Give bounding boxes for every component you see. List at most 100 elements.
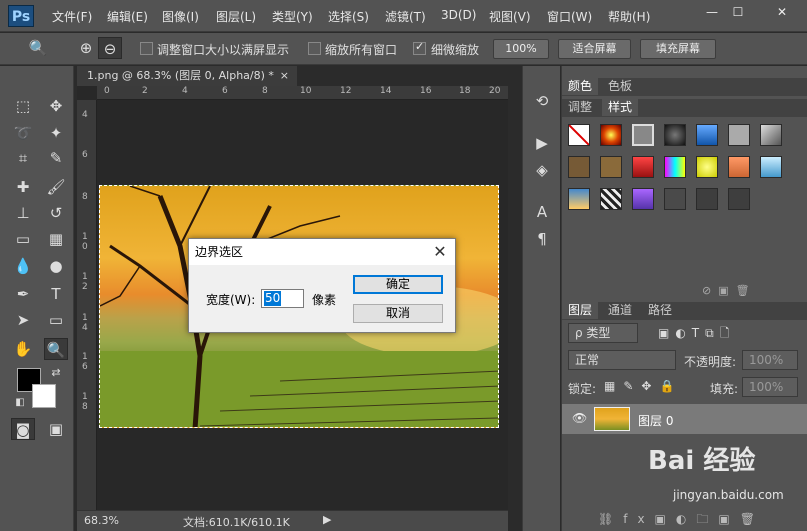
style-swatch[interactable]	[728, 188, 750, 210]
style-swatch[interactable]	[600, 188, 622, 210]
style-swatch[interactable]	[760, 156, 782, 178]
tab-channels[interactable]: 通道	[602, 302, 638, 319]
gradient-tool-icon[interactable]: ▦	[44, 228, 68, 250]
style-swatch[interactable]	[760, 124, 782, 146]
styles-delete-icon[interactable]: ⊘ ▣ 🗑	[702, 284, 750, 297]
lock-icons[interactable]: ▦✎✥🔒	[604, 379, 682, 393]
width-input-value: 50	[264, 291, 282, 306]
actions-panel-icon[interactable]: ▶	[530, 132, 554, 154]
layer-name[interactable]: 图层 0	[638, 412, 673, 429]
eyedropper-icon[interactable]: ✎	[44, 147, 68, 169]
resize-windows-checkbox[interactable]	[140, 42, 153, 55]
zoom-level[interactable]: 68.3%	[84, 514, 119, 527]
style-swatch[interactable]	[664, 188, 686, 210]
visibility-eye-icon[interactable]: 👁	[572, 411, 587, 425]
style-swatch[interactable]	[600, 156, 622, 178]
scrubby-zoom-checkbox[interactable]	[413, 40, 426, 55]
menu-edit[interactable]: 编辑(E)	[107, 8, 148, 25]
marquee-tool-icon[interactable]: ⬚	[11, 95, 35, 117]
pen-tool-icon[interactable]: ✒	[11, 283, 35, 305]
swap-colors-icon[interactable]: ⇄	[44, 362, 68, 384]
zoom-tool-preset-icon[interactable]: 🔍	[26, 37, 50, 59]
dialog-close-icon[interactable]: ✕	[431, 243, 449, 261]
cancel-button[interactable]: 取消	[353, 304, 443, 323]
menu-select[interactable]: 选择(S)	[328, 8, 369, 25]
style-swatch[interactable]	[728, 124, 750, 146]
style-swatch[interactable]	[632, 156, 654, 178]
tab-styles[interactable]: 样式	[602, 99, 639, 116]
style-swatch[interactable]	[664, 124, 686, 146]
blur-tool-icon[interactable]: 💧	[11, 255, 35, 277]
3d-panel-icon[interactable]: ◈	[530, 159, 554, 181]
history-panel-icon[interactable]: ⟲	[530, 90, 554, 112]
fit-screen-button[interactable]: 适合屏幕	[558, 39, 631, 59]
tab-swatches[interactable]: 色板	[602, 78, 638, 95]
zoom-out-icon[interactable]: ⊖	[98, 37, 122, 59]
style-swatch[interactable]	[696, 156, 718, 178]
style-swatch[interactable]	[600, 124, 622, 146]
style-swatch[interactable]	[696, 124, 718, 146]
menu-filter[interactable]: 滤镜(T)	[385, 8, 426, 25]
menu-file[interactable]: 文件(F)	[52, 8, 92, 25]
background-color-swatch[interactable]	[32, 384, 56, 408]
layers-bottom-icons[interactable]: ⛓fx▣◐🗀▣🗑	[598, 510, 765, 531]
layer-kind-filter[interactable]: ρ 类型	[568, 323, 638, 343]
menu-help[interactable]: 帮助(H)	[608, 8, 650, 25]
style-swatch[interactable]	[568, 156, 590, 178]
fill-input[interactable]: 100%	[742, 377, 798, 397]
minimize-button[interactable]: —	[702, 4, 722, 20]
lasso-tool-icon[interactable]: ➰	[11, 122, 35, 144]
dodge-tool-icon[interactable]: ●	[44, 255, 68, 277]
fill-screen-button[interactable]: 填充屏幕	[640, 39, 716, 59]
tab-color[interactable]: 颜色	[562, 78, 599, 95]
clone-stamp-icon[interactable]: ⊥	[11, 202, 35, 224]
healing-brush-icon[interactable]: ✚	[11, 176, 35, 198]
paragraph-panel-icon[interactable]: ¶	[530, 228, 554, 250]
style-swatch[interactable]	[664, 156, 686, 178]
menu-view[interactable]: 视图(V)	[489, 8, 531, 25]
quick-mask-icon[interactable]: ◙	[11, 418, 35, 440]
tab-adjustments[interactable]: 调整	[562, 99, 598, 116]
style-none-swatch[interactable]	[568, 124, 590, 146]
layer-row[interactable]: 👁 图层 0	[562, 404, 807, 434]
opacity-input[interactable]: 100%	[742, 350, 798, 370]
style-swatch[interactable]	[632, 124, 654, 146]
menu-window[interactable]: 窗口(W)	[547, 8, 592, 25]
close-button[interactable]: ✕	[772, 4, 792, 20]
document-tab[interactable]: 1.png @ 68.3% (图层 0, Alpha/8) * ×	[77, 66, 297, 86]
blend-mode-select[interactable]: 正常	[568, 350, 676, 370]
tab-layers[interactable]: 图层	[562, 302, 599, 319]
zoom-in-icon[interactable]: ⊕	[74, 37, 98, 59]
character-panel-icon[interactable]: A	[530, 201, 554, 223]
menu-image[interactable]: 图像(I)	[162, 8, 199, 25]
style-swatch[interactable]	[568, 188, 590, 210]
brush-tool-icon[interactable]: 🖌	[44, 176, 68, 198]
style-swatch[interactable]	[696, 188, 718, 210]
maximize-button[interactable]: ☐	[728, 4, 748, 20]
type-tool-icon[interactable]: T	[44, 283, 68, 305]
ok-button[interactable]: 确定	[353, 275, 443, 294]
layer-filter-icons[interactable]: ▣◐T⧉🗋	[658, 324, 735, 345]
default-colors-icon[interactable]: ◧	[8, 392, 32, 414]
menu-3d[interactable]: 3D(D)	[441, 8, 476, 22]
tab-paths[interactable]: 路径	[642, 302, 678, 319]
document-close-icon[interactable]: ×	[280, 66, 289, 86]
status-menu-arrow-icon[interactable]: ▶	[323, 513, 331, 526]
style-swatch[interactable]	[728, 156, 750, 178]
eraser-tool-icon[interactable]: ▭	[11, 228, 35, 250]
magic-wand-icon[interactable]: ✦	[44, 122, 68, 144]
style-swatch[interactable]	[632, 188, 654, 210]
zoom-100-button[interactable]: 100%	[493, 39, 549, 59]
hand-tool-icon[interactable]: ✋	[11, 338, 35, 360]
crop-tool-icon[interactable]: ⌗	[11, 147, 35, 169]
zoom-tool-icon[interactable]: 🔍	[44, 338, 68, 360]
menu-type[interactable]: 类型(Y)	[272, 8, 313, 25]
rectangle-tool-icon[interactable]: ▭	[44, 309, 68, 331]
screen-mode-icon[interactable]: ▣	[44, 418, 68, 440]
zoom-all-windows-checkbox[interactable]	[308, 42, 321, 55]
history-brush-icon[interactable]: ↺	[44, 202, 68, 224]
menu-layer[interactable]: 图层(L)	[216, 8, 256, 25]
width-input[interactable]: 50	[261, 289, 304, 308]
path-selection-icon[interactable]: ➤	[11, 309, 35, 331]
move-tool-icon[interactable]: ✥	[44, 95, 68, 117]
